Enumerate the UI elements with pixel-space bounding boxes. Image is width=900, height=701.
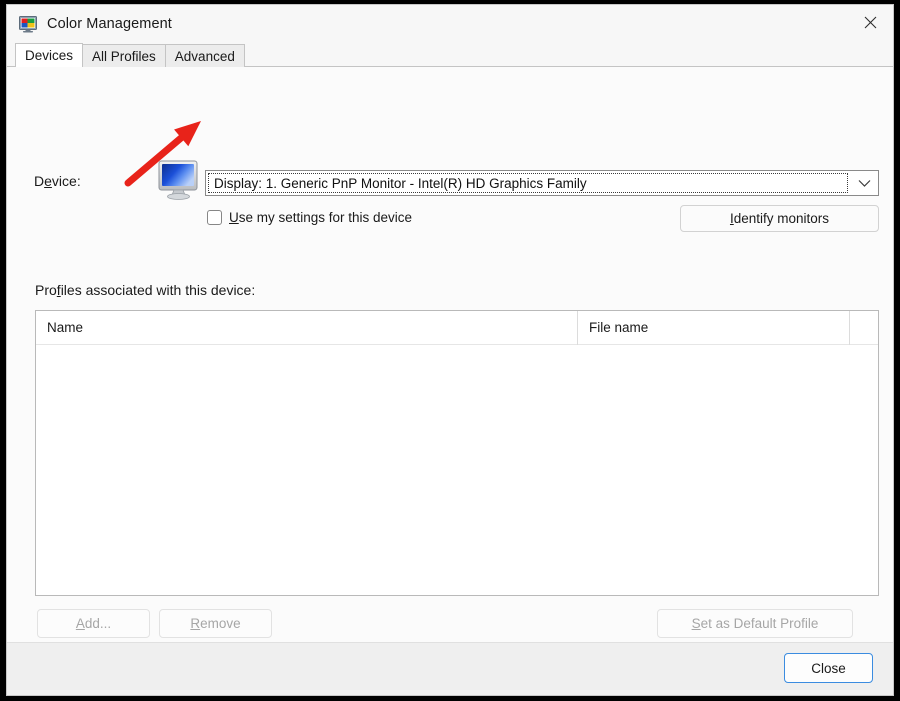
- column-header-name-label: Name: [47, 320, 83, 335]
- monitor-icon: [157, 159, 201, 201]
- color-management-window: Color Management Devices All Profiles Ad…: [6, 4, 894, 696]
- color-monitor-icon: [19, 15, 37, 33]
- tab-advanced-label: Advanced: [175, 49, 235, 64]
- tab-all-profiles[interactable]: All Profiles: [82, 44, 166, 67]
- window-title: Color Management: [47, 16, 172, 32]
- use-my-settings-checkbox-row[interactable]: Use my settings for this device: [207, 210, 412, 225]
- column-header-spacer: [849, 311, 878, 345]
- add-profile-button[interactable]: Add...: [37, 609, 150, 638]
- tab-all-profiles-label: All Profiles: [92, 49, 156, 64]
- device-label: Device:: [34, 173, 81, 189]
- device-combobox-focus-rect: Display: 1. Generic PnP Monitor - Intel(…: [208, 173, 848, 193]
- device-combobox-value: Display: 1. Generic PnP Monitor - Intel(…: [214, 176, 587, 191]
- profiles-heading: Profiles associated with this device:: [35, 282, 255, 298]
- devices-tab-panel: Device:: [7, 67, 893, 642]
- profiles-listbox[interactable]: Name File name: [35, 310, 879, 596]
- tab-devices-label: Devices: [25, 48, 73, 63]
- tab-advanced[interactable]: Advanced: [165, 44, 245, 67]
- use-my-settings-checkbox[interactable]: [207, 210, 222, 225]
- close-button[interactable]: Close: [784, 653, 873, 683]
- set-as-default-profile-button[interactable]: Set as Default Profile: [657, 609, 853, 638]
- tab-strip: Devices All Profiles Advanced: [7, 43, 893, 67]
- close-icon[interactable]: [847, 5, 893, 39]
- dialog-footer: Close: [7, 642, 893, 695]
- profiles-list-header: Name File name: [36, 311, 878, 345]
- tab-devices[interactable]: Devices: [15, 43, 83, 67]
- remove-profile-button[interactable]: Remove: [159, 609, 272, 638]
- profiles-list-body[interactable]: [36, 345, 878, 595]
- screenshot-root: Color Management Devices All Profiles Ad…: [0, 0, 900, 701]
- use-my-settings-label: Use my settings for this device: [229, 210, 412, 225]
- device-combobox[interactable]: Display: 1. Generic PnP Monitor - Intel(…: [205, 170, 879, 196]
- column-header-file-name[interactable]: File name: [577, 311, 849, 345]
- chevron-down-icon[interactable]: [850, 171, 878, 195]
- identify-monitors-button[interactable]: Identify monitors: [680, 205, 879, 232]
- title-bar: Color Management: [7, 5, 893, 43]
- column-header-name[interactable]: Name: [36, 311, 577, 345]
- column-header-file-name-label: File name: [589, 320, 648, 335]
